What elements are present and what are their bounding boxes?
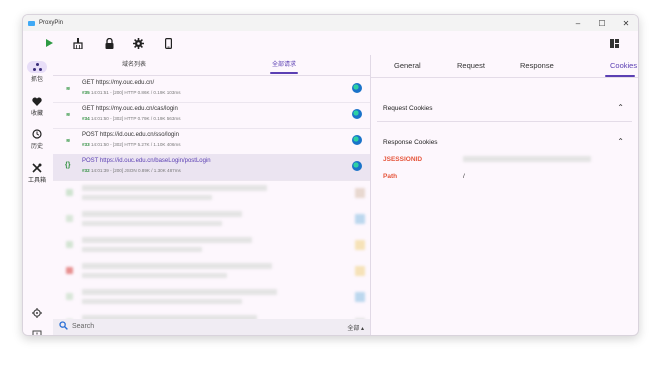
tab-domain-list[interactable]: 域名列表 — [122, 59, 146, 68]
toolbar — [23, 31, 638, 55]
maximize-button[interactable]: ☐ — [590, 15, 614, 31]
divider — [377, 121, 632, 122]
list-tabs: 域名列表 全部请求 — [53, 55, 370, 75]
request-row[interactable]: ≋ GET https://my.ouc.edu.cn/cas/login #3… — [53, 102, 370, 129]
filter-dropdown[interactable]: 全部 ▴ — [347, 323, 364, 332]
settings-button[interactable] — [23, 307, 51, 319]
app-logo-icon — [28, 20, 35, 26]
request-meta: #34 14:01:50 - [302] HTTP 0.79K / 0.19K … — [82, 116, 181, 121]
blurred-row — [53, 207, 370, 233]
request-detail: 14:01:51 - [200] HTTP 0.86K / 0.19K 103m… — [90, 90, 181, 95]
sidebar-item-capture[interactable]: 抓包 — [23, 61, 51, 83]
request-meta: #35 14:01:51 - [200] HTTP 0.86K / 0.19K … — [82, 90, 181, 95]
edge-browser-icon — [352, 83, 362, 93]
window-title: ProxyPin — [39, 20, 64, 26]
sidebar-item-label: 工具箱 — [27, 178, 46, 184]
window-controls: – ☐ ✕ — [566, 15, 638, 31]
minimize-button[interactable]: – — [566, 15, 590, 31]
request-row-selected[interactable]: {} POST https://id.ouc.edu.cn/baseLogin/… — [53, 154, 370, 181]
tab-all-requests[interactable]: 全部请求 — [272, 59, 296, 68]
blurred-row — [53, 259, 370, 285]
tab-request[interactable]: Request — [457, 61, 485, 70]
sidebar-item-history[interactable]: 历史 — [23, 128, 51, 150]
history-icon — [30, 128, 44, 140]
request-detail: 14:01:50 - [302] HTTP 5.27K / 1.10K 406m… — [90, 142, 181, 147]
request-number: #33 — [82, 142, 90, 147]
close-button[interactable]: ✕ — [614, 15, 638, 31]
tab-response[interactable]: Response — [520, 61, 554, 70]
feedback-icon — [30, 329, 44, 335]
tab-cookies[interactable]: Cookies — [610, 61, 637, 70]
tab-indicator — [270, 72, 298, 74]
chevron-up-icon[interactable]: ⌃ — [617, 103, 624, 112]
search-icon — [59, 321, 68, 332]
request-detail: 14:01:50 - [302] HTTP 0.79K / 0.19K 563m… — [90, 116, 181, 121]
blurred-row — [53, 233, 370, 259]
edge-browser-icon — [352, 135, 362, 145]
request-title: POST https://id.ouc.edu.cn/baseLogin/pos… — [82, 158, 211, 164]
request-number: #34 — [82, 116, 90, 121]
lock-icon[interactable] — [102, 36, 116, 50]
blurred-row — [53, 181, 370, 207]
detail-tabs: General Request Response Cookies — [371, 55, 638, 77]
sidebar-item-favorites[interactable]: 收藏 — [23, 95, 51, 117]
search-input[interactable]: Search — [72, 323, 94, 330]
divider — [371, 77, 638, 78]
sidebar: 抓包 收藏 历史 工具箱 — [23, 55, 51, 335]
request-number: #35 — [82, 90, 90, 95]
cookie-name: Path — [383, 173, 398, 180]
app-window: ProxyPin – ☐ ✕ 抓包 收藏 历史 工具箱 域名列表 全部请求 ≋ … — [22, 14, 639, 336]
title-bar: ProxyPin – ☐ ✕ — [23, 15, 638, 31]
request-number: #32 — [82, 168, 90, 173]
cookie-value-blurred — [463, 156, 591, 162]
request-detail: 14:01:39 - [200] JSON 0.89K / 1.30K 487m… — [90, 168, 181, 173]
phone-icon[interactable] — [161, 36, 175, 50]
gear-icon[interactable] — [131, 36, 145, 50]
chevron-up-icon[interactable]: ⌃ — [617, 137, 624, 146]
edge-browser-icon — [352, 109, 362, 119]
request-cookies-title[interactable]: Request Cookies — [383, 105, 433, 112]
request-row[interactable]: ≋ GET https://my.ouc.edu.cn/ #35 14:01:5… — [53, 76, 370, 103]
cookie-name: JSESSIONID — [383, 156, 423, 163]
tab-general[interactable]: General — [394, 61, 421, 70]
tools-icon — [30, 162, 44, 174]
wifi-icon: ≋ — [66, 112, 71, 118]
sidebar-item-toolbox[interactable]: 工具箱 — [23, 162, 51, 184]
response-cookies-title[interactable]: Response Cookies — [383, 139, 438, 146]
request-list-panel: 域名列表 全部请求 ≋ GET https://my.ouc.edu.cn/ #… — [53, 55, 370, 335]
broom-icon[interactable] — [71, 36, 85, 50]
heart-icon — [30, 95, 44, 107]
edge-browser-icon — [352, 161, 362, 171]
request-row[interactable]: ≋ POST https://id.ouc.edu.cn/sso/login #… — [53, 128, 370, 155]
detail-panel: General Request Response Cookies Request… — [371, 55, 638, 335]
cookie-value: / — [463, 173, 465, 180]
json-icon: {} — [65, 162, 71, 169]
network-icon — [27, 61, 47, 73]
wifi-icon: ≋ — [66, 86, 71, 92]
request-meta: #32 14:01:39 - [200] JSON 0.89K / 1.30K … — [82, 168, 181, 173]
play-icon[interactable] — [42, 36, 56, 50]
feedback-button[interactable] — [23, 329, 51, 335]
sidebar-item-label: 抓包 — [30, 77, 43, 83]
request-title: GET https://my.ouc.edu.cn/cas/login — [82, 106, 178, 112]
request-title: POST https://id.ouc.edu.cn/sso/login — [82, 132, 179, 138]
settings-icon — [30, 307, 44, 319]
wifi-icon: ≋ — [66, 138, 71, 144]
request-title: GET https://my.ouc.edu.cn/ — [82, 80, 155, 86]
request-meta: #33 14:01:50 - [302] HTTP 5.27K / 1.10K … — [82, 142, 181, 147]
sidebar-item-label: 收藏 — [30, 111, 43, 117]
search-bar[interactable]: Search 全部 ▴ — [53, 319, 370, 335]
blurred-row — [53, 285, 370, 311]
layout-icon[interactable] — [607, 36, 621, 50]
sidebar-item-label: 历史 — [30, 144, 43, 150]
